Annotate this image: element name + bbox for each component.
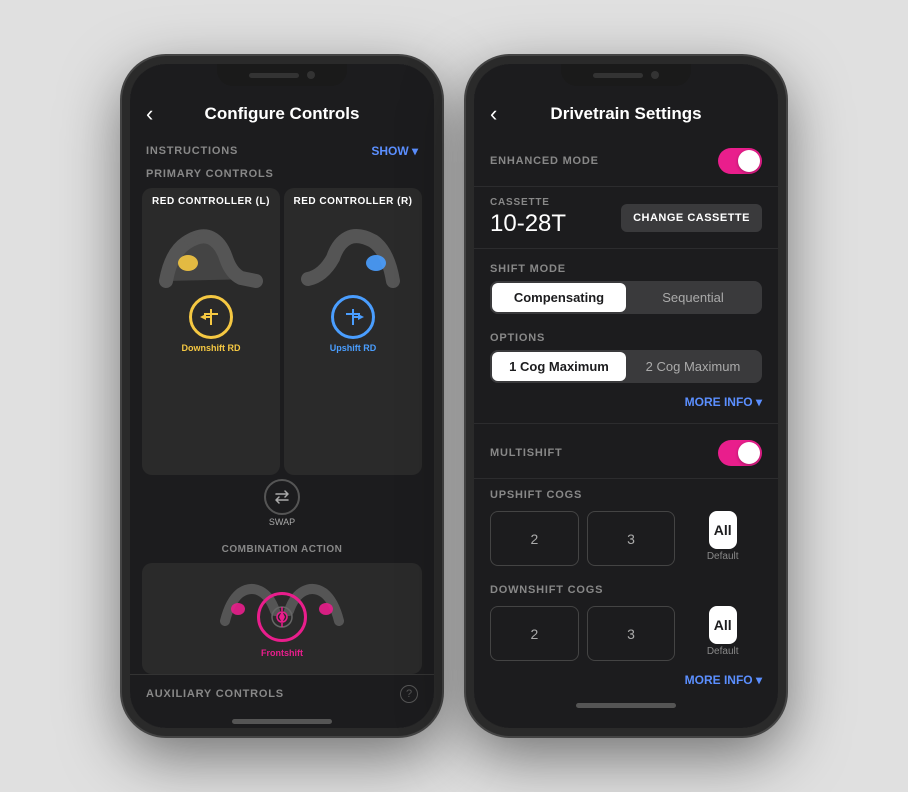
notch-2 xyxy=(561,64,691,86)
swap-area: SWAP xyxy=(130,475,434,531)
options-segment: 1 Cog Maximum 2 Cog Maximum xyxy=(490,350,762,383)
phone-1: ‹ Configure Controls INSTRUCTIONS SHOW ▾… xyxy=(122,56,442,736)
upshift-action[interactable]: Upshift RD xyxy=(330,295,377,353)
divider-2 xyxy=(474,423,778,424)
upshift-icon xyxy=(341,305,365,329)
instructions-label: INSTRUCTIONS xyxy=(146,145,238,157)
frontshift-icon xyxy=(268,603,296,631)
upshift-3-btn[interactable]: 3 xyxy=(587,511,676,566)
combination-panel: Frontshift xyxy=(142,563,422,674)
swap-icon xyxy=(273,488,291,506)
screen-1: ‹ Configure Controls INSTRUCTIONS SHOW ▾… xyxy=(130,64,434,728)
upshift-label: Upshift RD xyxy=(330,343,377,353)
controllers-grid: RED CONTROLLER (L) xyxy=(130,188,434,475)
upshift-circle[interactable] xyxy=(331,295,375,339)
option-2cog-btn[interactable]: 2 Cog Maximum xyxy=(626,352,760,381)
phone-2: ‹ Drivetrain Settings ENHANCED MODE CASS… xyxy=(466,56,786,736)
back-button-2[interactable]: ‹ xyxy=(490,101,497,127)
help-button[interactable]: ? xyxy=(400,685,418,703)
toggle-knob-1 xyxy=(738,150,760,172)
upshift-default-label: Default xyxy=(707,551,739,566)
upshift-cogs-label: UPSHIFT COGS xyxy=(474,479,778,507)
swap-label: SWAP xyxy=(269,517,295,527)
upshift-cog-buttons: 2 3 All Default xyxy=(474,507,778,574)
cassette-value: 10-28T xyxy=(490,210,566,238)
page-title-2: Drivetrain Settings xyxy=(550,104,701,124)
aux-label: AUXILIARY CONTROLS xyxy=(146,688,284,700)
upshift-all-container: All Default xyxy=(683,511,762,566)
camera-1 xyxy=(307,71,315,79)
downshift-label: Downshift RD xyxy=(182,343,241,353)
enhanced-mode-label: ENHANCED MODE xyxy=(490,155,599,167)
back-button-1[interactable]: ‹ xyxy=(146,101,153,127)
downshift-icon xyxy=(199,305,223,329)
screen-2: ‹ Drivetrain Settings ENHANCED MODE CASS… xyxy=(474,64,778,728)
nav-bar-1: ‹ Configure Controls xyxy=(130,92,434,136)
multishift-label: MULTISHIFT xyxy=(490,447,563,459)
multishift-row: MULTISHIFT xyxy=(474,428,778,479)
page-title-1: Configure Controls xyxy=(205,104,360,124)
divider-1 xyxy=(474,248,778,249)
handlebar-right-svg xyxy=(288,211,418,291)
more-info-button-1[interactable]: MORE INFO ▾ xyxy=(685,395,762,409)
downshift-default-label: Default xyxy=(707,646,739,661)
handlebar-left-svg xyxy=(146,211,276,291)
combo-wrapper: Frontshift xyxy=(216,571,348,666)
show-button[interactable]: SHOW ▾ xyxy=(371,144,418,158)
downshift-cog-buttons: 2 3 All Default xyxy=(474,602,778,669)
shift-compensating-btn[interactable]: Compensating xyxy=(492,283,626,312)
upshift-2-btn[interactable]: 2 xyxy=(490,511,579,566)
more-info-button-2[interactable]: MORE INFO ▾ xyxy=(685,673,762,687)
more-info-row-1: MORE INFO ▾ xyxy=(474,391,778,419)
downshift-container: Downshift RD xyxy=(182,295,241,353)
left-controller-title: RED CONTROLLER (L) xyxy=(152,196,270,207)
right-controller-panel: RED CONTROLLER (R) xyxy=(284,188,422,475)
combination-section: COMBINATION ACTION xyxy=(130,531,434,563)
downshift-2-btn[interactable]: 2 xyxy=(490,606,579,661)
downshift-3-btn[interactable]: 3 xyxy=(587,606,676,661)
option-1cog-btn[interactable]: 1 Cog Maximum xyxy=(492,352,626,381)
downshift-action[interactable]: Downshift RD xyxy=(182,295,241,353)
combination-label: COMBINATION ACTION xyxy=(222,544,343,555)
shift-mode-label: SHIFT MODE xyxy=(474,253,778,281)
primary-controls-label: PRIMARY CONTROLS xyxy=(130,164,434,188)
downshift-all-btn[interactable]: All xyxy=(709,606,737,644)
options-label: OPTIONS xyxy=(474,322,778,350)
change-cassette-button[interactable]: CHANGE CASSETTE xyxy=(621,204,762,232)
enhanced-mode-row: ENHANCED MODE xyxy=(474,136,778,187)
notch-1 xyxy=(217,64,347,86)
home-indicator-1 xyxy=(232,719,332,724)
instructions-section: INSTRUCTIONS SHOW ▾ xyxy=(130,136,434,164)
cassette-sub-label: CASSETTE xyxy=(490,197,566,208)
downshift-circle[interactable] xyxy=(189,295,233,339)
home-indicator-2 xyxy=(576,703,676,708)
shift-mode-segment: Compensating Sequential xyxy=(490,281,762,314)
right-controller-title: RED CONTROLLER (R) xyxy=(294,196,413,207)
cassette-info: CASSETTE 10-28T xyxy=(490,197,566,238)
camera-2 xyxy=(651,71,659,79)
upshift-all-btn[interactable]: All xyxy=(709,511,737,549)
cassette-row: CASSETTE 10-28T CHANGE CASSETTE xyxy=(474,187,778,244)
upshift-container: Upshift RD xyxy=(330,295,377,353)
enhanced-mode-toggle[interactable] xyxy=(718,148,762,174)
speaker-2 xyxy=(593,73,643,78)
more-info-row-2: MORE INFO ▾ xyxy=(474,669,778,697)
swap-circle[interactable] xyxy=(264,479,300,515)
frontshift-label: Frontshift xyxy=(261,648,303,658)
downshift-all-container: All Default xyxy=(683,606,762,661)
speaker-1 xyxy=(249,73,299,78)
multishift-toggle[interactable] xyxy=(718,440,762,466)
shift-sequential-btn[interactable]: Sequential xyxy=(626,283,760,312)
frontshift-circle[interactable] xyxy=(257,592,307,642)
left-controller-panel: RED CONTROLLER (L) xyxy=(142,188,280,475)
toggle-knob-2 xyxy=(738,442,760,464)
nav-bar-2: ‹ Drivetrain Settings xyxy=(474,92,778,136)
swap-action[interactable]: SWAP xyxy=(264,479,300,527)
aux-controls-bar: AUXILIARY CONTROLS ? xyxy=(130,674,434,713)
downshift-cogs-label: DOWNSHIFT COGS xyxy=(474,574,778,602)
